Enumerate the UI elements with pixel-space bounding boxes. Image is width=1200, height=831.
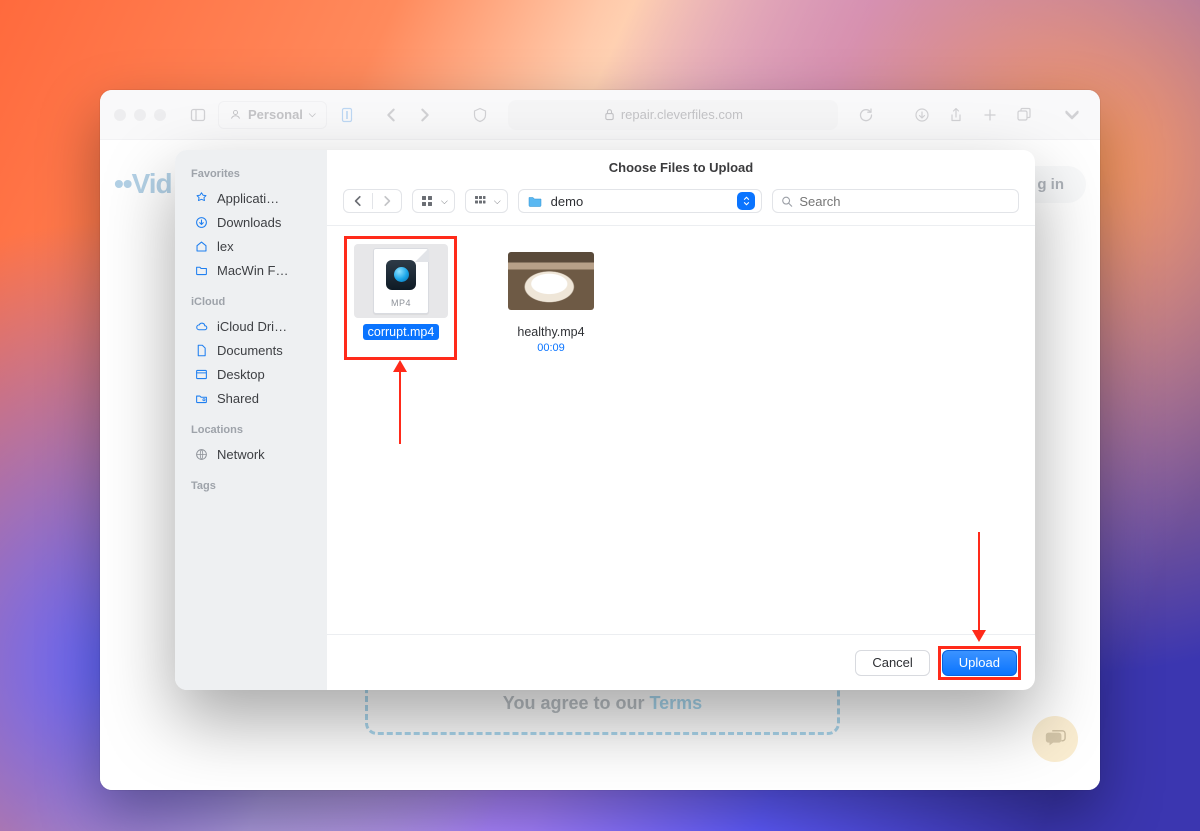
sidebar-item-shared[interactable]: Shared: [191, 386, 319, 410]
file-ext-label: MP4: [374, 298, 428, 308]
profile-label: Personal: [248, 107, 303, 122]
folder-forward-icon[interactable]: [373, 190, 401, 212]
folder-icon: [527, 194, 543, 208]
chevron-down-icon: ⌵: [494, 196, 507, 207]
globe-icon: [193, 446, 209, 462]
nav-segment: [343, 189, 402, 213]
file-item-corrupt[interactable]: MP4 corrupt.mp4: [341, 244, 461, 340]
folder-back-icon[interactable]: [344, 190, 372, 212]
folder-path-dropdown[interactable]: demo: [518, 189, 763, 213]
privacy-report-icon[interactable]: [466, 101, 494, 129]
grid-view-icon: [413, 190, 441, 212]
safari-titlebar: Personal ⌵ repair.cleverfiles.com: [100, 90, 1100, 140]
desktop-icon: [193, 366, 209, 382]
sidebar-item-icloud-drive[interactable]: iCloud Dri…: [191, 314, 319, 338]
file-duration-label: 00:09: [491, 342, 611, 354]
share-icon[interactable]: [942, 101, 970, 129]
shared-icon: [193, 390, 209, 406]
file-name-label: healthy.mp4: [512, 324, 589, 340]
sidebar-item-applications[interactable]: Applicati…: [191, 186, 319, 210]
nav-back-icon[interactable]: [377, 101, 405, 129]
annotation-arrowhead: [393, 360, 407, 372]
sidebar-header-tags: Tags: [191, 480, 319, 492]
downloads-icon[interactable]: [908, 101, 936, 129]
window-traffic-lights[interactable]: [114, 109, 166, 121]
sidebar-item-network[interactable]: Network: [191, 442, 319, 466]
tab-overview-icon[interactable]: [1010, 101, 1038, 129]
url-bar[interactable]: repair.cleverfiles.com: [508, 100, 838, 130]
upload-button[interactable]: Upload: [942, 650, 1017, 676]
sidebar-item-desktop[interactable]: Desktop: [191, 362, 319, 386]
search-input[interactable]: [799, 194, 1010, 209]
doc-icon: [193, 342, 209, 358]
nav-forward-icon[interactable]: [411, 101, 439, 129]
sidebar-header-favorites: Favorites: [191, 168, 319, 180]
download-icon: [193, 214, 209, 230]
sidebar-header-icloud: iCloud: [191, 296, 319, 308]
group-icon: [466, 190, 494, 212]
minimize-dot[interactable]: [134, 109, 146, 121]
file-grid[interactable]: MP4 corrupt.mp4 healthy.mp4 00:09: [327, 226, 1035, 634]
chat-icon[interactable]: [1032, 716, 1078, 762]
sidebar-item-downloads[interactable]: Downloads: [191, 210, 319, 234]
terms-link[interactable]: Terms: [649, 693, 702, 713]
cloud-icon: [193, 318, 209, 334]
annotation-arrow: [399, 366, 401, 444]
folder-name: demo: [551, 194, 584, 209]
dialog-toolbar: ⌵ ⌵ demo: [327, 181, 1035, 226]
dialog-title: Choose Files to Upload: [327, 150, 1035, 181]
chevron-down-icon: ⌵: [441, 196, 454, 207]
reload-icon[interactable]: [852, 101, 880, 129]
folder-icon: [193, 262, 209, 278]
sidebar-item-home[interactable]: lex: [191, 234, 319, 258]
search-field[interactable]: [772, 189, 1019, 213]
terms-text: You agree to our Terms: [503, 693, 702, 714]
quicktime-icon: [386, 260, 416, 290]
url-host: repair.cleverfiles.com: [621, 107, 743, 122]
dialog-main: Choose Files to Upload ⌵ ⌵ demo: [327, 150, 1035, 690]
profile-button[interactable]: Personal ⌵: [218, 101, 327, 129]
home-icon: [193, 238, 209, 254]
video-thumbnail: [508, 252, 594, 310]
file-chooser-dialog: Favorites Applicati… Downloads lex MacWi…: [175, 150, 1035, 690]
annotation-arrow: [978, 532, 980, 632]
close-dot[interactable]: [114, 109, 126, 121]
group-segment[interactable]: ⌵: [465, 189, 508, 213]
sidebar-item-macwin[interactable]: MacWin F…: [191, 258, 319, 282]
apps-icon: [193, 190, 209, 206]
sidebar-header-locations: Locations: [191, 424, 319, 436]
dialog-footer: Cancel Upload: [327, 634, 1035, 690]
sidebar-toggle-icon[interactable]: [184, 101, 212, 129]
dialog-sidebar: Favorites Applicati… Downloads lex MacWi…: [175, 150, 327, 690]
file-item-healthy[interactable]: healthy.mp4 00:09: [491, 244, 611, 354]
file-name-label: corrupt.mp4: [363, 324, 440, 340]
cancel-button[interactable]: Cancel: [855, 650, 929, 676]
sidebar-item-documents[interactable]: Documents: [191, 338, 319, 362]
overflow-icon[interactable]: [1058, 101, 1086, 129]
site-logo: ••Vid: [114, 168, 172, 200]
view-segment[interactable]: ⌵: [412, 189, 455, 213]
new-tab-icon[interactable]: [976, 101, 1004, 129]
updown-icon: [737, 192, 755, 210]
annotation-arrowhead: [972, 630, 986, 642]
reader-icon[interactable]: [333, 101, 361, 129]
zoom-dot[interactable]: [154, 109, 166, 121]
